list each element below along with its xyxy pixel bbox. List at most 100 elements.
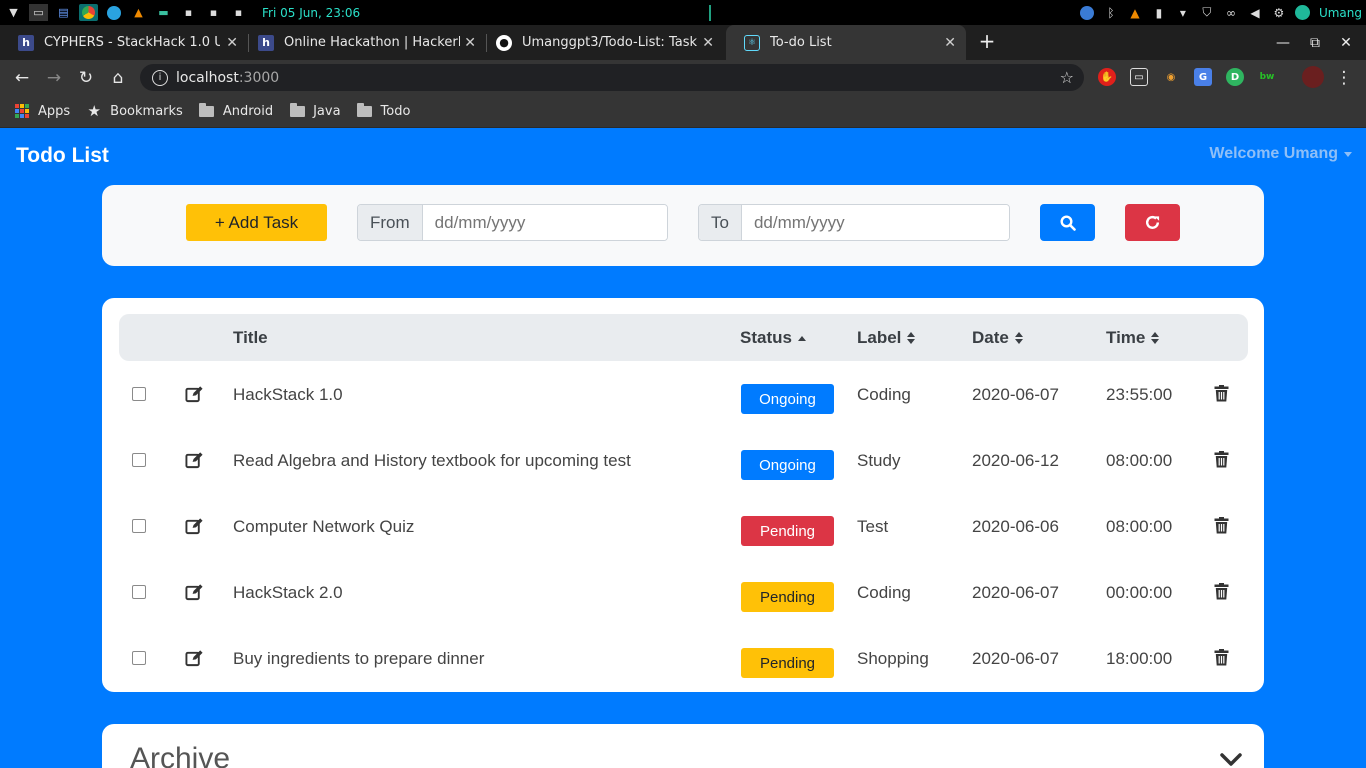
bookmark-java[interactable]: Java <box>289 102 341 119</box>
close-window-icon[interactable]: ✕ <box>1330 25 1362 60</box>
files-icon[interactable]: ▤ <box>54 4 73 21</box>
bookmark-android[interactable]: Android <box>199 102 273 119</box>
bookmark-label: Todo <box>380 103 411 119</box>
window-extension-icon[interactable]: ▭ <box>1130 68 1148 86</box>
header-status[interactable]: Status <box>740 328 806 348</box>
forward-arrow-icon[interactable]: → <box>42 66 66 90</box>
close-tab-icon[interactable]: ✕ <box>944 35 956 51</box>
status-badge: Pending <box>741 648 834 678</box>
terminal-window-icon-3[interactable]: ▪ <box>229 4 248 21</box>
terminal-window-icon-2[interactable]: ▪ <box>204 4 223 21</box>
adblock-extension-icon[interactable]: ✋ <box>1098 68 1116 86</box>
edit-icon[interactable] <box>185 649 204 672</box>
os-clock: Fri 05 Jun, 23:06 <box>262 5 361 20</box>
green-extension-icon[interactable]: D <box>1226 68 1244 86</box>
app-brand[interactable]: Todo List <box>16 144 109 168</box>
terminal-window-icon[interactable]: ▪ <box>179 4 198 21</box>
menu-triangle-icon[interactable]: ▼ <box>4 4 23 21</box>
edit-icon[interactable] <box>185 385 204 408</box>
vlc-tray-icon[interactable]: ▲ <box>1127 5 1143 21</box>
bookmark-bookmarks[interactable]: ★ Bookmarks <box>86 102 183 120</box>
tab-hackerearth[interactable]: h Online Hackathon | HackerEa ✕ <box>240 25 486 60</box>
url-text[interactable]: localhost:3000 <box>176 70 279 86</box>
to-date-input[interactable] <box>741 205 1009 240</box>
task-title: Buy ingredients to prepare dinner <box>233 649 485 668</box>
telegram-icon[interactable] <box>104 4 123 21</box>
trash-icon[interactable] <box>1214 583 1229 605</box>
profile-avatar-icon[interactable] <box>1302 66 1324 88</box>
task-label: Test <box>857 517 889 536</box>
header-label[interactable]: Label <box>857 328 916 348</box>
folder-app-icon[interactable]: ▬ <box>154 4 173 21</box>
task-date: 2020-06-06 <box>972 517 1059 536</box>
owl-extension-icon[interactable]: ◉ <box>1162 68 1180 86</box>
volume-icon[interactable]: ◀ <box>1247 5 1263 21</box>
edit-icon[interactable] <box>185 517 204 540</box>
os-username[interactable]: Umang <box>1319 6 1362 20</box>
bookmark-label: Bookmarks <box>110 103 183 119</box>
bw-extension-icon[interactable]: bw <box>1258 68 1276 86</box>
user-dropdown[interactable]: Welcome Umang <box>1209 145 1352 163</box>
task-time: 23:55:00 <box>1106 385 1173 404</box>
address-bar[interactable]: i localhost:3000 ☆ <box>140 64 1084 91</box>
welcome-text: Welcome Umang <box>1209 145 1338 162</box>
site-info-icon[interactable]: i <box>152 69 168 86</box>
task-checkbox[interactable] <box>132 519 146 533</box>
task-checkbox[interactable] <box>132 387 146 401</box>
tab-cyphers[interactable]: h CYPHERS - StackHack 1.0 User ✕ <box>0 25 248 60</box>
translate-extension-icon[interactable]: G <box>1194 68 1212 86</box>
task-checkbox[interactable] <box>132 585 146 599</box>
settings-icon[interactable]: ⚙ <box>1271 5 1287 21</box>
table-header: Title Status Label Date Time <box>119 314 1248 361</box>
close-tab-icon[interactable]: ✕ <box>464 35 476 51</box>
reload-icon[interactable]: ↻ <box>74 66 98 90</box>
bookmark-todo[interactable]: Todo <box>357 102 411 119</box>
link-icon[interactable]: ∞ <box>1223 5 1239 21</box>
close-tab-icon[interactable]: ✕ <box>226 35 238 51</box>
chevron-down-icon[interactable] <box>1220 752 1242 768</box>
task-checkbox[interactable] <box>132 651 146 665</box>
task-table-card: Title Status Label Date Time HackStack 1… <box>102 298 1264 692</box>
shield-icon[interactable]: ⛉ <box>1199 5 1215 21</box>
update-icon[interactable] <box>1079 5 1095 21</box>
add-task-button[interactable]: + Add Task <box>186 204 327 241</box>
battery-icon[interactable]: ▮ <box>1151 5 1167 21</box>
header-date[interactable]: Date <box>972 328 1023 348</box>
search-button[interactable] <box>1040 204 1095 241</box>
terminal-icon[interactable]: ▭ <box>29 4 48 21</box>
trash-icon[interactable] <box>1214 385 1229 407</box>
header-title[interactable]: Title <box>233 328 268 348</box>
bluetooth-icon[interactable]: ᛒ <box>1103 5 1119 21</box>
user-avatar-icon[interactable] <box>1295 5 1311 21</box>
wifi-icon[interactable]: ▾ <box>1175 5 1191 21</box>
tab-github[interactable]: ● Umanggpt3/Todo-List: Task M ✕ <box>478 25 724 60</box>
header-time[interactable]: Time <box>1106 328 1160 348</box>
bookmark-star-icon[interactable]: ☆ <box>1060 68 1074 87</box>
chrome-icon[interactable] <box>79 4 98 21</box>
status-badge: Ongoing <box>741 384 834 414</box>
task-time: 18:00:00 <box>1106 649 1173 668</box>
reset-button[interactable] <box>1125 204 1180 241</box>
edit-icon[interactable] <box>185 451 204 474</box>
home-icon[interactable]: ⌂ <box>106 66 130 90</box>
from-date-input[interactable] <box>422 205 667 240</box>
trash-icon[interactable] <box>1214 649 1229 671</box>
edit-icon[interactable] <box>185 583 204 606</box>
from-date-group: From <box>357 204 668 241</box>
vlc-icon[interactable]: ▲ <box>129 4 148 21</box>
trash-icon[interactable] <box>1214 451 1229 473</box>
tab-todo-list[interactable]: ⚛ To-do List ✕ <box>726 25 966 60</box>
task-checkbox[interactable] <box>132 453 146 467</box>
browser-menu-icon[interactable]: ⋮ <box>1332 66 1356 90</box>
back-arrow-icon[interactable]: ← <box>10 66 34 90</box>
task-label: Coding <box>857 583 911 602</box>
minimize-icon[interactable]: — <box>1267 25 1299 60</box>
apps-grid-icon <box>14 104 30 118</box>
restore-icon[interactable]: ⧉ <box>1299 25 1331 60</box>
new-tab-plus-icon[interactable]: + <box>976 29 998 53</box>
close-tab-icon[interactable]: ✕ <box>702 35 714 51</box>
bookmark-apps[interactable]: Apps <box>14 104 70 119</box>
trash-icon[interactable] <box>1214 517 1229 539</box>
archive-card[interactable]: Archive <box>102 724 1264 768</box>
table-row: Computer Network Quiz Pending Test 2020-… <box>119 503 1248 569</box>
